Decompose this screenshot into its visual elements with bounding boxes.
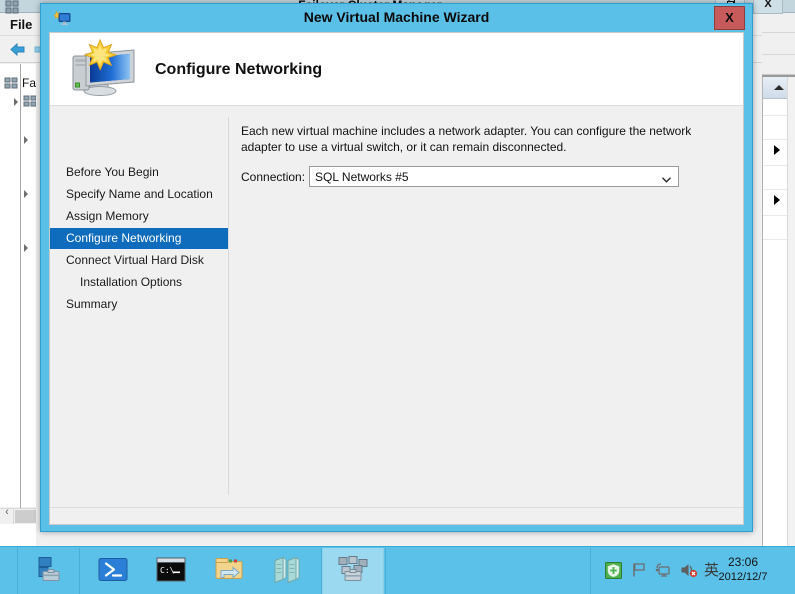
new-virtual-machine-wizard-dialog: New Virtual Machine Wizard X Configure N… — [40, 3, 753, 532]
system-tray: 英 23:06 2012/12/7 — [590, 548, 795, 594]
actions-pane-scrollbar[interactable] — [787, 77, 795, 546]
collapse-up-icon[interactable] — [774, 85, 784, 90]
failover-cluster-icon — [336, 556, 370, 587]
cluster-icon — [4, 77, 19, 90]
clock-date: 2012/12/7 — [718, 571, 768, 583]
background-close-button[interactable]: X — [753, 0, 783, 14]
server-manager-icon — [34, 555, 64, 588]
wizard-nav-item-specify-name-and-location[interactable]: Specify Name and Location — [50, 184, 228, 205]
cluster-icon — [23, 95, 36, 108]
close-icon: X — [725, 10, 734, 25]
hyper-v-manager-icon — [272, 556, 302, 587]
scroll-left-button[interactable]: ‹ — [0, 506, 14, 524]
background-bottom-strip — [0, 524, 36, 546]
expander-right-icon[interactable] — [24, 244, 28, 252]
expander-right-icon[interactable] — [24, 190, 28, 198]
wizard-titlebar[interactable]: New Virtual Machine Wizard X — [41, 4, 752, 32]
connection-dropdown[interactable]: SQL Networks #5 — [309, 166, 679, 187]
expander-right-icon[interactable] — [774, 195, 780, 205]
screen: Failover Cluster Manager X File — [0, 0, 795, 594]
command-prompt-icon: C:\ — [156, 557, 186, 585]
scrollbar-thumb[interactable] — [15, 510, 36, 523]
wizard-footer — [50, 508, 743, 524]
wizard-nav-item-before-you-begin[interactable]: Before You Begin — [50, 162, 228, 183]
tree-root-label: Fa — [22, 76, 36, 90]
wizard-nav-label: Assign Memory — [66, 209, 149, 223]
taskbar-button-command-prompt[interactable]: C:\ — [143, 548, 199, 594]
wizard-nav-item-installation-options[interactable]: Installation Options — [50, 272, 228, 293]
svg-text:C:\: C:\ — [160, 566, 175, 575]
wizard-page-title: Configure Networking — [155, 61, 323, 78]
taskbar-button-file-explorer[interactable] — [201, 548, 257, 594]
wizard-nav-label: Configure Networking — [66, 231, 182, 245]
scroll-left-icon: ‹ — [5, 506, 9, 518]
wizard-close-button[interactable]: X — [714, 6, 745, 30]
menu-item-file[interactable]: File — [10, 17, 32, 32]
taskbar-button-server-manager[interactable] — [18, 548, 79, 594]
network-icon[interactable] — [655, 562, 672, 581]
background-tree-panel[interactable]: Fa — [0, 64, 36, 507]
wizard-nav-item-assign-memory[interactable]: Assign Memory — [50, 206, 228, 227]
wizard-description-text: Each new virtual machine includes a netw… — [241, 124, 692, 154]
close-icon: X — [764, 0, 772, 10]
wizard-panel-divider — [228, 117, 229, 495]
tree-horizontal-scrollbar[interactable]: ‹ — [0, 506, 36, 524]
wizard-nav-label: Before You Begin — [66, 165, 159, 179]
connection-label: Connection: — [241, 170, 306, 184]
wizard-nav-label: Installation Options — [80, 275, 183, 289]
wizard-content-panel: Each new virtual machine includes a netw… — [236, 107, 743, 501]
actions-pane — [762, 77, 795, 546]
wizard-nav-item-configure-networking[interactable]: Configure Networking — [50, 228, 228, 249]
chevron-down-icon[interactable] — [662, 172, 671, 183]
action-center-icon[interactable] — [605, 562, 622, 582]
taskbar-button-failover-cluster-manager[interactable] — [322, 548, 384, 594]
taskbar-button-powershell[interactable] — [85, 548, 141, 594]
clock-time: 23:06 — [727, 555, 759, 569]
expander-right-icon[interactable] — [24, 136, 28, 144]
wizard-title: New Virtual Machine Wizard — [303, 9, 490, 25]
wizard-nav-item-summary[interactable]: Summary — [50, 294, 228, 315]
taskbar-button-hyper-v-manager[interactable] — [259, 548, 315, 594]
wizard-nav-label: Specify Name and Location — [66, 187, 213, 201]
flag-icon[interactable] — [631, 562, 647, 581]
wizard-header: Configure Networking — [50, 33, 743, 106]
file-explorer-icon — [213, 557, 245, 586]
actions-pane-top — [762, 14, 795, 75]
expander-right-icon[interactable] — [774, 145, 780, 155]
configure-networking-icon — [64, 38, 142, 102]
expander-right-icon[interactable] — [14, 98, 18, 106]
wizard-nav-label: Summary — [66, 297, 118, 311]
wizard-nav-label: Connect Virtual Hard Disk — [66, 253, 204, 267]
connection-dropdown-value: SQL Networks #5 — [315, 170, 409, 184]
wizard-navigation-list: Before You Begin Specify Name and Locati… — [50, 107, 228, 501]
clock[interactable]: 23:06 2012/12/7 — [700, 555, 786, 584]
volume-muted-icon[interactable] — [680, 562, 698, 581]
powershell-icon — [98, 557, 128, 586]
taskbar: C:\ 英 23:06 2012/12/7 — [0, 546, 795, 594]
wizard-nav-item-connect-virtual-hard-disk[interactable]: Connect Virtual Hard Disk — [50, 250, 228, 271]
wizard-body: Configure Networking Before You Begin Sp… — [49, 32, 744, 525]
back-arrow-icon[interactable] — [8, 41, 27, 58]
tree-panel-divider — [20, 64, 21, 524]
